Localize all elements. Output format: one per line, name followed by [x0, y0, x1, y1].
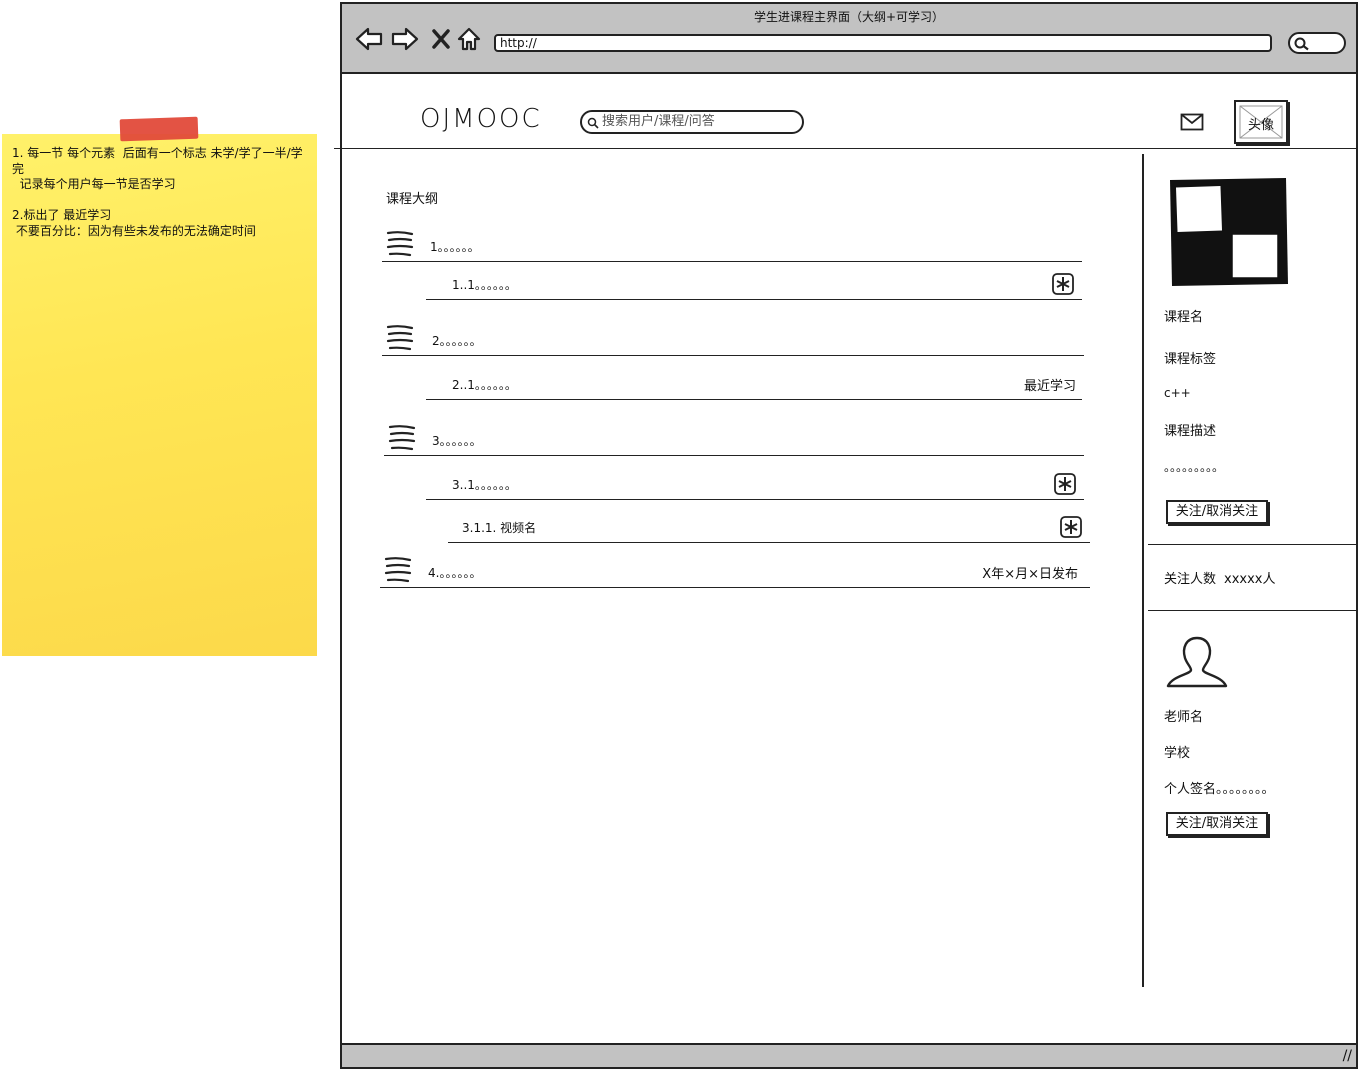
outline-title: 课程大纲: [386, 192, 439, 207]
course-image: [1168, 176, 1290, 292]
home-icon[interactable]: [454, 24, 484, 54]
mail-icon[interactable]: [1180, 113, 1204, 135]
browser-search-button[interactable]: [1288, 32, 1346, 54]
course-tag-value: c++: [1164, 386, 1191, 400]
section-label: 2..1。。。。。。: [452, 378, 517, 392]
recent-study-label: 最近学习: [1023, 379, 1076, 394]
outline-section-row[interactable]: 1..1。。。。。。: [426, 266, 1082, 300]
teacher-signature: 个人签名。。。。。。。。: [1164, 782, 1275, 797]
course-desc-label: 课程描述: [1164, 424, 1217, 439]
teacher-school: 学校: [1164, 746, 1191, 761]
back-arrow-icon[interactable]: [354, 24, 384, 54]
user-icon: [1164, 634, 1230, 694]
site-logo[interactable]: OJMOOC: [420, 104, 542, 134]
search-icon: [587, 117, 599, 129]
list-icon: [388, 425, 416, 451]
list-icon: [384, 557, 412, 583]
sticky-note: 1. 每一节 每个元素 后面有一个标志 未学/学了一半/学完 记录每个用户每一节…: [2, 134, 317, 656]
outline-chapter-row[interactable]: 2。。。。。。: [382, 322, 1084, 356]
section-label: 1..1。。。。。。: [452, 278, 517, 292]
section-label: 3..1。。。。。。: [452, 478, 517, 492]
window-title: 学生进课程主界面（大纲+可学习）: [753, 10, 945, 24]
outline-chapter-row[interactable]: 4.。。。。。。 X年×月×日发布: [380, 554, 1090, 588]
follow-course-button[interactable]: 关注/取消关注: [1166, 500, 1268, 524]
sticky-note-text: 1. 每一节 每个元素 后面有一个标志 未学/学了一半/学完 记录每个用户每一节…: [12, 146, 303, 238]
outline-section-row[interactable]: 2..1。。。。。。 最近学习: [426, 366, 1082, 400]
video-label: 3.1.1. 视频名: [462, 521, 537, 535]
followers-count: xxxxx人: [1224, 572, 1276, 587]
avatar-label: 头像: [1247, 118, 1274, 133]
chapter-label: 4.。。。。。。: [428, 566, 482, 580]
search-placeholder: 搜索用户/课程/问答: [602, 114, 715, 129]
forward-arrow-icon[interactable]: [390, 24, 420, 54]
asterisk-icon: [1060, 516, 1082, 538]
course-tag-label: 课程标签: [1164, 352, 1217, 367]
sticky-note-tape: [119, 116, 199, 142]
chapter-label: 2。。。。。。: [432, 334, 482, 348]
chapter-label: 1。。。。。。: [430, 240, 480, 254]
chapter-label: 3。。。。。。: [432, 434, 482, 448]
asterisk-icon: [1052, 273, 1074, 295]
sidebar-divider: [1142, 154, 1144, 987]
outline-chapter-row[interactable]: 1。。。。。。: [382, 228, 1082, 262]
asterisk-icon: [1054, 473, 1076, 495]
sidebar-rule: [1148, 544, 1356, 545]
resize-grip-icon[interactable]: //: [1343, 1048, 1352, 1064]
follow-teacher-button[interactable]: 关注/取消关注: [1166, 812, 1268, 836]
browser-titlebar: 学生进课程主界面（大纲+可学习） http://: [342, 4, 1356, 74]
course-desc-value: 。。。。。。。。。: [1164, 460, 1225, 474]
outline-video-row[interactable]: 3.1.1. 视频名: [448, 509, 1090, 543]
outline-section-row[interactable]: 3..1。。。。。。: [426, 466, 1084, 500]
sidebar-rule: [1148, 610, 1356, 611]
outline-chapter-row[interactable]: 3。。。。。。: [384, 422, 1084, 456]
magnifier-icon: [1294, 37, 1309, 51]
close-icon[interactable]: [426, 24, 456, 54]
list-icon: [386, 325, 414, 351]
teacher-name: 老师名: [1164, 710, 1204, 725]
user-avatar[interactable]: 头像: [1234, 100, 1288, 144]
list-icon: [386, 231, 414, 257]
course-name: 课程名: [1164, 310, 1204, 325]
browser-statusbar: //: [342, 1043, 1356, 1067]
publish-date-label: X年×月×日发布: [982, 567, 1078, 582]
followers-label: 关注人数: [1164, 572, 1217, 587]
browser-window: 学生进课程主界面（大纲+可学习） http:// OJMOOC 搜索用户/课程/…: [334, 2, 1358, 1069]
url-input[interactable]: http://: [494, 34, 1272, 52]
site-search-input[interactable]: 搜索用户/课程/问答: [580, 110, 804, 134]
header-divider: [334, 148, 1356, 149]
